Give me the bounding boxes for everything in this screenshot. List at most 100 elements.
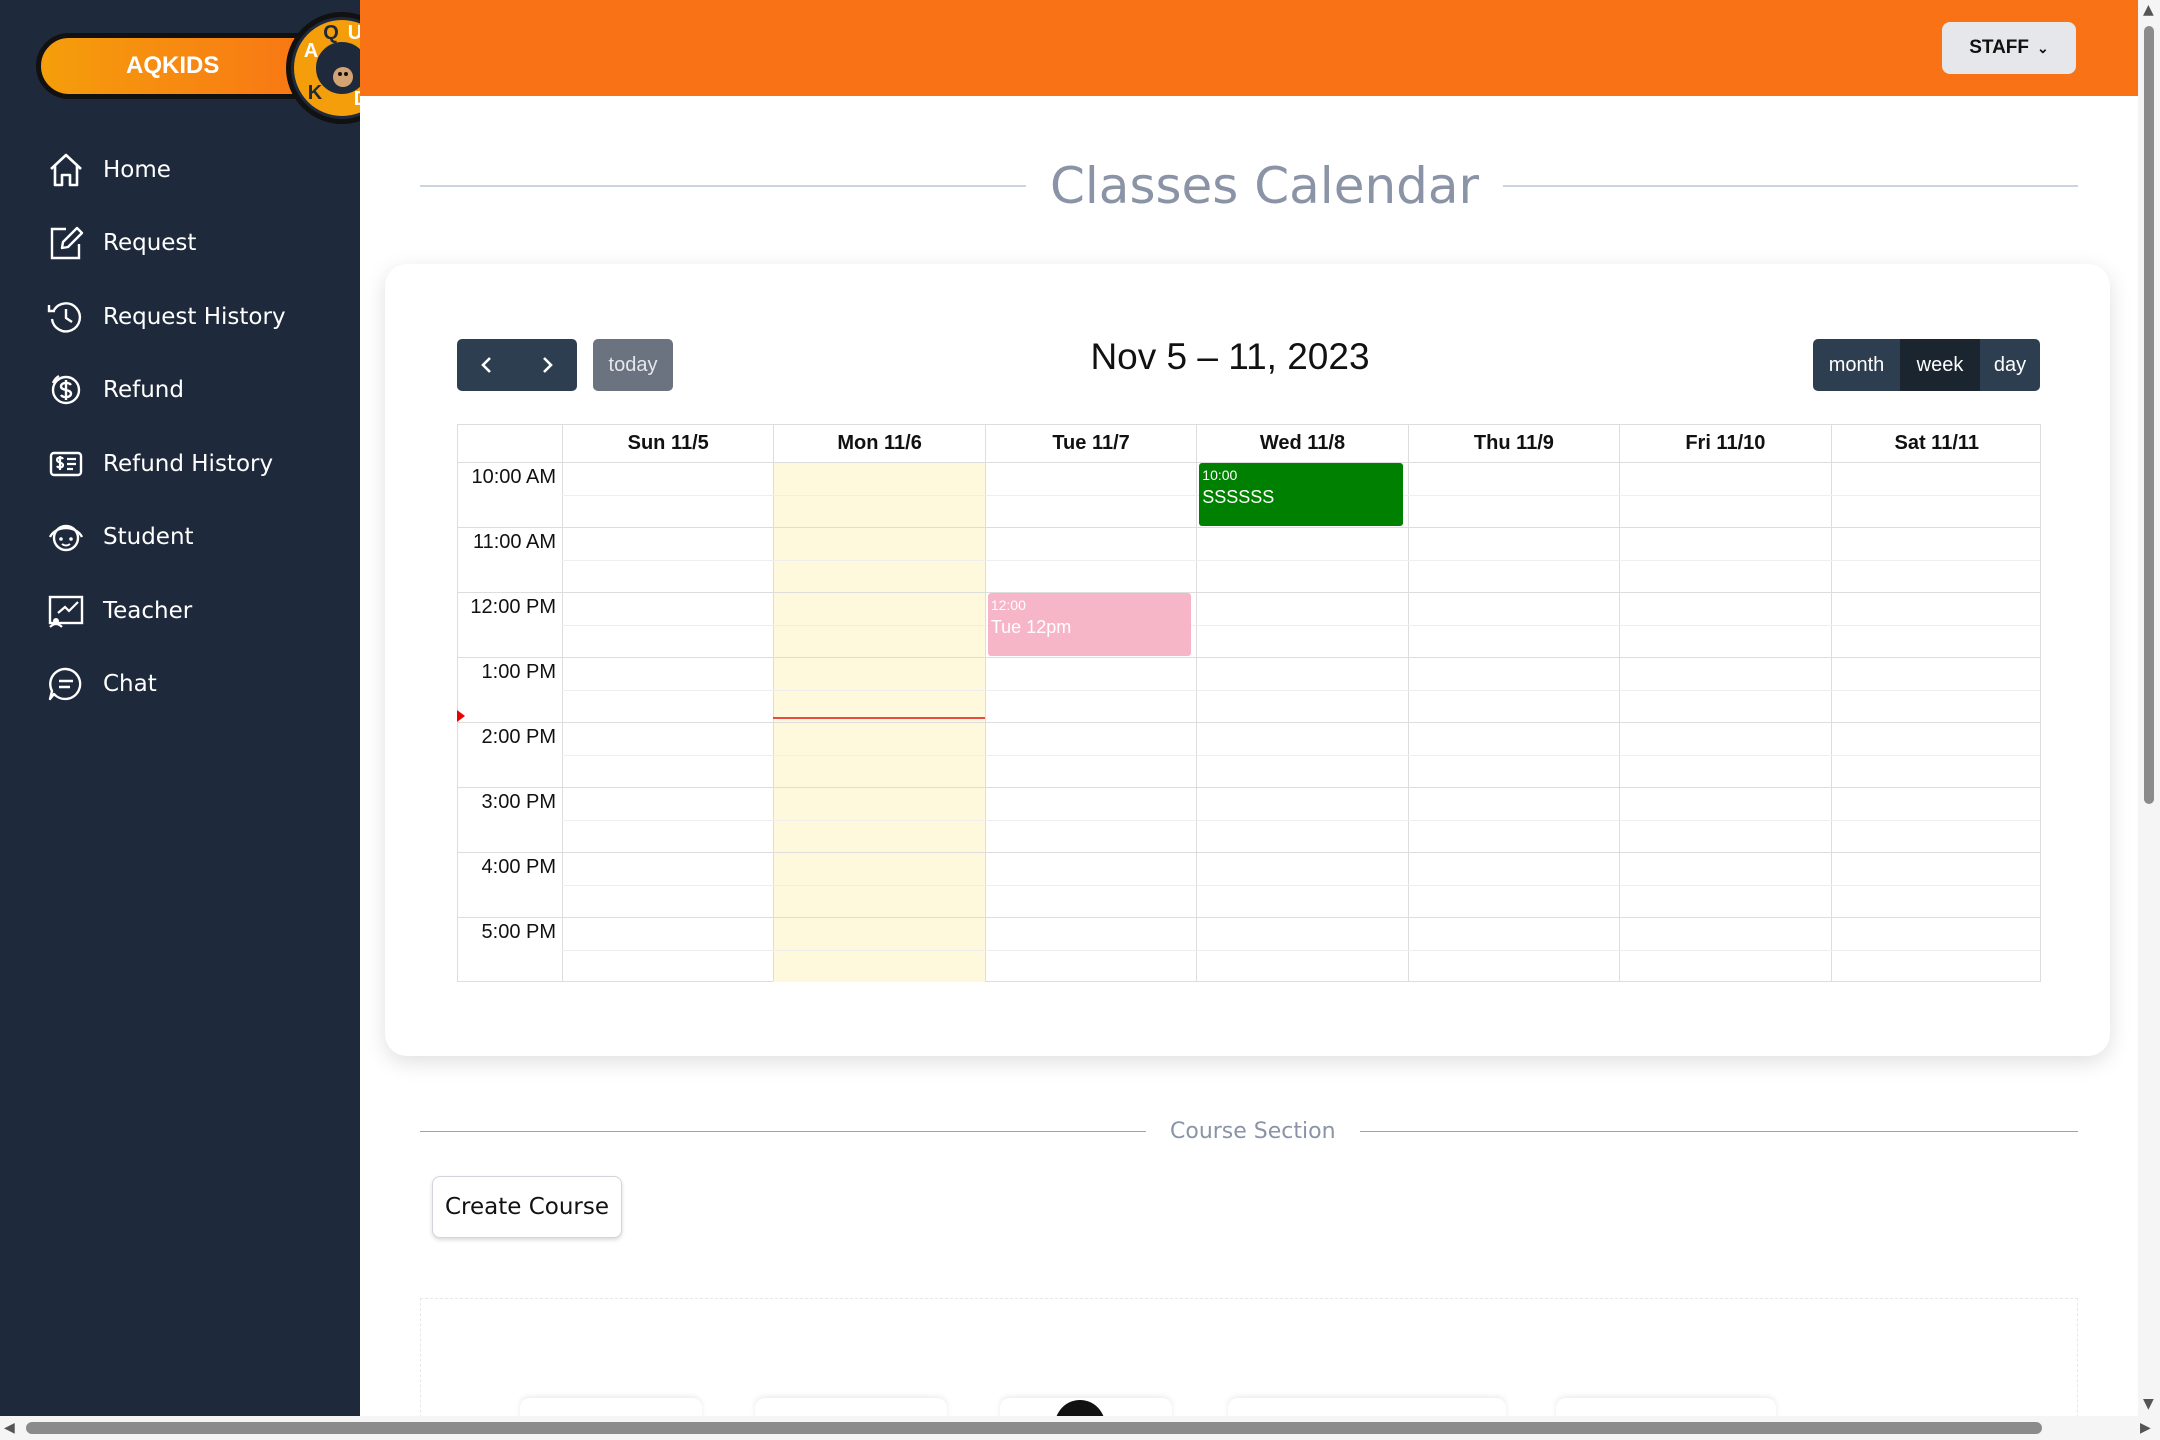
time-label: 12:00 PM	[470, 596, 556, 618]
column-divider	[1619, 425, 1621, 981]
sidebar: AQKIDS A Q U A S D K Home Request	[0, 0, 398, 1416]
top-bar	[360, 0, 2138, 96]
scroll-left-icon[interactable]: ◀	[4, 1420, 15, 1436]
sidebar-item-teacher[interactable]: Teacher	[46, 589, 192, 633]
time-label: 11:00 AM	[472, 531, 556, 553]
event-time: 10:00	[1202, 467, 1238, 483]
half-hour-line	[562, 689, 2040, 691]
day-header: Tue 11/7	[984, 425, 1196, 461]
event-title: Tue 12pm	[990, 617, 1072, 637]
sidebar-item-label: Request	[103, 230, 197, 256]
hour-line	[458, 657, 2040, 658]
dollar-icon	[51, 374, 81, 405]
title-divider-left	[420, 185, 1026, 187]
sidebar-item-label: Home	[103, 157, 171, 183]
page-title-row: Classes Calendar	[420, 156, 2078, 216]
scroll-down-icon[interactable]: ▼	[2143, 1396, 2154, 1412]
hour-line	[458, 852, 2040, 853]
chevron-left-icon	[481, 357, 491, 373]
sidebar-item-student[interactable]: Student	[46, 515, 194, 559]
app-window: { "brand": {"name": "AQKIDS", "badge_let…	[0, 0, 2160, 1440]
time-label: 4:00 PM	[481, 856, 556, 878]
time-label: 3:00 PM	[481, 791, 556, 813]
user-menu-label: STAFF	[1969, 37, 2030, 58]
create-course-button[interactable]: Create Course	[432, 1176, 622, 1238]
sidebar-item-chat[interactable]: Chat	[46, 662, 157, 706]
edit-icon	[50, 226, 84, 260]
column-divider	[773, 425, 775, 981]
scroll-up-icon[interactable]: ▲	[2143, 2, 2154, 18]
chat-icon	[48, 667, 82, 701]
sidebar-item-refund[interactable]: Refund	[46, 368, 184, 412]
title-divider-right	[1503, 185, 2078, 187]
now-indicator-arrow	[457, 709, 465, 722]
time-label: 2:00 PM	[481, 726, 556, 748]
student-icon	[48, 524, 84, 552]
sidebar-item-label: Teacher	[103, 598, 193, 624]
prev-week-button[interactable]	[457, 339, 517, 391]
sidebar-item-request[interactable]: Request	[46, 221, 196, 265]
scroll-right-icon[interactable]: ▶	[2140, 1420, 2151, 1436]
half-hour-line	[562, 624, 2040, 626]
sidebar-item-label: Student	[103, 524, 194, 550]
half-hour-line	[562, 559, 2040, 561]
sidebar-item-label: Refund	[103, 377, 184, 403]
sidebar-item-home[interactable]: Home	[46, 148, 171, 192]
hour-line	[458, 722, 2040, 723]
horizontal-scrollbar[interactable]: ◀ ▶	[0, 1416, 2160, 1440]
svg-text:Q: Q	[323, 22, 339, 44]
event-title: SSSSSS	[1202, 487, 1275, 507]
sidebar-item-request-history[interactable]: Request History	[46, 295, 286, 339]
calendar-nav-buttons	[457, 339, 577, 391]
chevron-down-icon: ⌄	[2037, 39, 2049, 56]
vertical-scroll-thumb[interactable]	[2144, 26, 2154, 804]
time-label: 1:00 PM	[481, 661, 556, 683]
column-divider	[1830, 425, 1832, 981]
view-week-button[interactable]: week	[1900, 339, 1980, 391]
course-divider-right	[1359, 1130, 2078, 1132]
column-divider	[562, 425, 563, 981]
hour-line	[458, 917, 2040, 918]
half-hour-line	[562, 754, 2040, 756]
history-icon	[47, 302, 82, 333]
sidebar-item-label: Chat	[103, 671, 157, 697]
day-header: Sun 11/5	[562, 425, 773, 461]
sidebar-item-refund-history[interactable]: Refund History	[46, 442, 273, 486]
calendar-view-switcher: month week day	[1813, 339, 2040, 391]
event-time: 12:00	[990, 597, 1026, 613]
day-header: Thu 11/9	[1407, 425, 1619, 461]
week-grid: Sun 11/5 Mon 11/6 Tue 11/7 Wed 11/8 Thu 11/9…	[457, 424, 2041, 982]
column-divider	[1407, 425, 1409, 981]
calendar-event[interactable]: 12:00 Tue 12pm	[987, 593, 1192, 656]
vertical-scrollbar[interactable]: ▲ ▼	[2138, 0, 2160, 1416]
chevron-right-icon	[543, 357, 553, 373]
course-section-label: Course Section	[1170, 1118, 1336, 1144]
half-hour-line	[562, 884, 2040, 886]
svg-text:K: K	[308, 82, 323, 104]
half-hour-line	[562, 949, 2040, 951]
user-menu-button[interactable]: STAFF ⌄	[1942, 22, 2076, 74]
calendar-event[interactable]: 10:00 SSSSSS	[1199, 463, 1403, 526]
sidebar-item-label: Refund History	[103, 451, 274, 477]
teacher-icon	[48, 595, 84, 628]
hour-line	[458, 787, 2040, 788]
course-section-divider: Course Section	[420, 1116, 2078, 1146]
time-label: 10:00 AM	[471, 466, 556, 488]
svg-text:A: A	[304, 40, 318, 62]
half-hour-line	[562, 819, 2040, 821]
now-indicator-line	[773, 716, 985, 719]
page-title: Classes Calendar	[1050, 157, 1480, 215]
today-button[interactable]: today	[593, 339, 673, 391]
time-label: 5:00 PM	[481, 921, 556, 943]
view-month-button[interactable]: month	[1813, 339, 1900, 391]
day-header: Fri 11/10	[1619, 425, 1830, 461]
sidebar-item-label: Request History	[103, 304, 286, 330]
receipt-icon	[49, 451, 83, 477]
day-header: Mon 11/6	[773, 425, 984, 461]
column-divider	[1196, 425, 1198, 981]
view-day-button[interactable]: day	[1980, 339, 2040, 391]
day-header: Wed 11/8	[1196, 425, 1407, 461]
horizontal-scroll-thumb[interactable]	[26, 1422, 2042, 1434]
next-week-button[interactable]	[517, 339, 577, 391]
hour-line	[458, 527, 2040, 528]
